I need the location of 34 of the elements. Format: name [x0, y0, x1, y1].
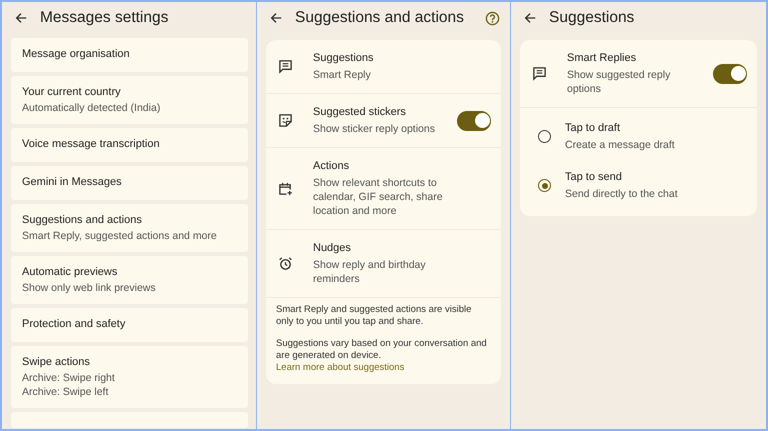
settings-item[interactable]: Suggestions and actions Smart Reply, suggested actions and more	[11, 204, 248, 252]
settings-row[interactable]: Suggestions Smart Reply	[266, 40, 501, 94]
alarm-clock-icon	[278, 256, 293, 271]
settings-row[interactable]: Suggested stickers Show sticker reply options	[266, 94, 501, 148]
settings-row[interactable]: Actions Show relevant shortcuts to calendar, GIF search, share location and more	[266, 148, 501, 230]
learn-more-link[interactable]: Learn more about suggestions	[276, 362, 404, 373]
sticker-icon	[278, 113, 293, 128]
settings-item[interactable]: Swipe actions Archive: Swipe right Archive: Swipe left	[11, 346, 248, 408]
settings-item[interactable]: Message organisation	[11, 38, 248, 72]
settings-row[interactable]: Smart Replies Show suggested reply options	[520, 40, 757, 108]
screen-title: Suggestions	[549, 9, 636, 27]
settings-item[interactable]: Automatic previews Show only web link previews	[11, 256, 248, 304]
radio-option[interactable]: Tap to send Send directly to the chat	[520, 161, 757, 210]
toggle-switch[interactable]	[457, 110, 491, 130]
settings-item[interactable]: Voice message transcription	[11, 128, 248, 162]
info-text: Smart Reply and suggested actions are visible only to you until you tap and share.	[276, 304, 472, 328]
calendar-add-icon	[278, 181, 293, 196]
settings-item[interactable]: Your current country Automatically detected (India)	[11, 76, 248, 124]
radio-button[interactable]	[538, 179, 551, 192]
radio-button[interactable]	[538, 130, 551, 143]
message-icon	[278, 59, 293, 74]
toggle-switch[interactable]	[713, 64, 747, 84]
settings-item[interactable]: Gemini in Messages	[11, 166, 248, 200]
message-icon	[532, 66, 547, 81]
screen-title: Suggestions and actions	[295, 9, 465, 27]
info-text: Suggestions vary based on your conversation and are generated on device. Learn more about suggestions	[276, 338, 488, 374]
screen-title: Messages settings	[40, 9, 170, 27]
back-icon[interactable]	[269, 11, 283, 25]
back-icon[interactable]	[14, 11, 28, 25]
help-icon[interactable]	[485, 10, 500, 26]
settings-item[interactable]: Protection and safety	[11, 308, 248, 342]
settings-row[interactable]: Nudges Show reply and birthday reminders	[266, 230, 501, 298]
radio-option[interactable]: Tap to draft Create a message draft	[520, 112, 757, 161]
back-icon[interactable]	[523, 11, 537, 25]
